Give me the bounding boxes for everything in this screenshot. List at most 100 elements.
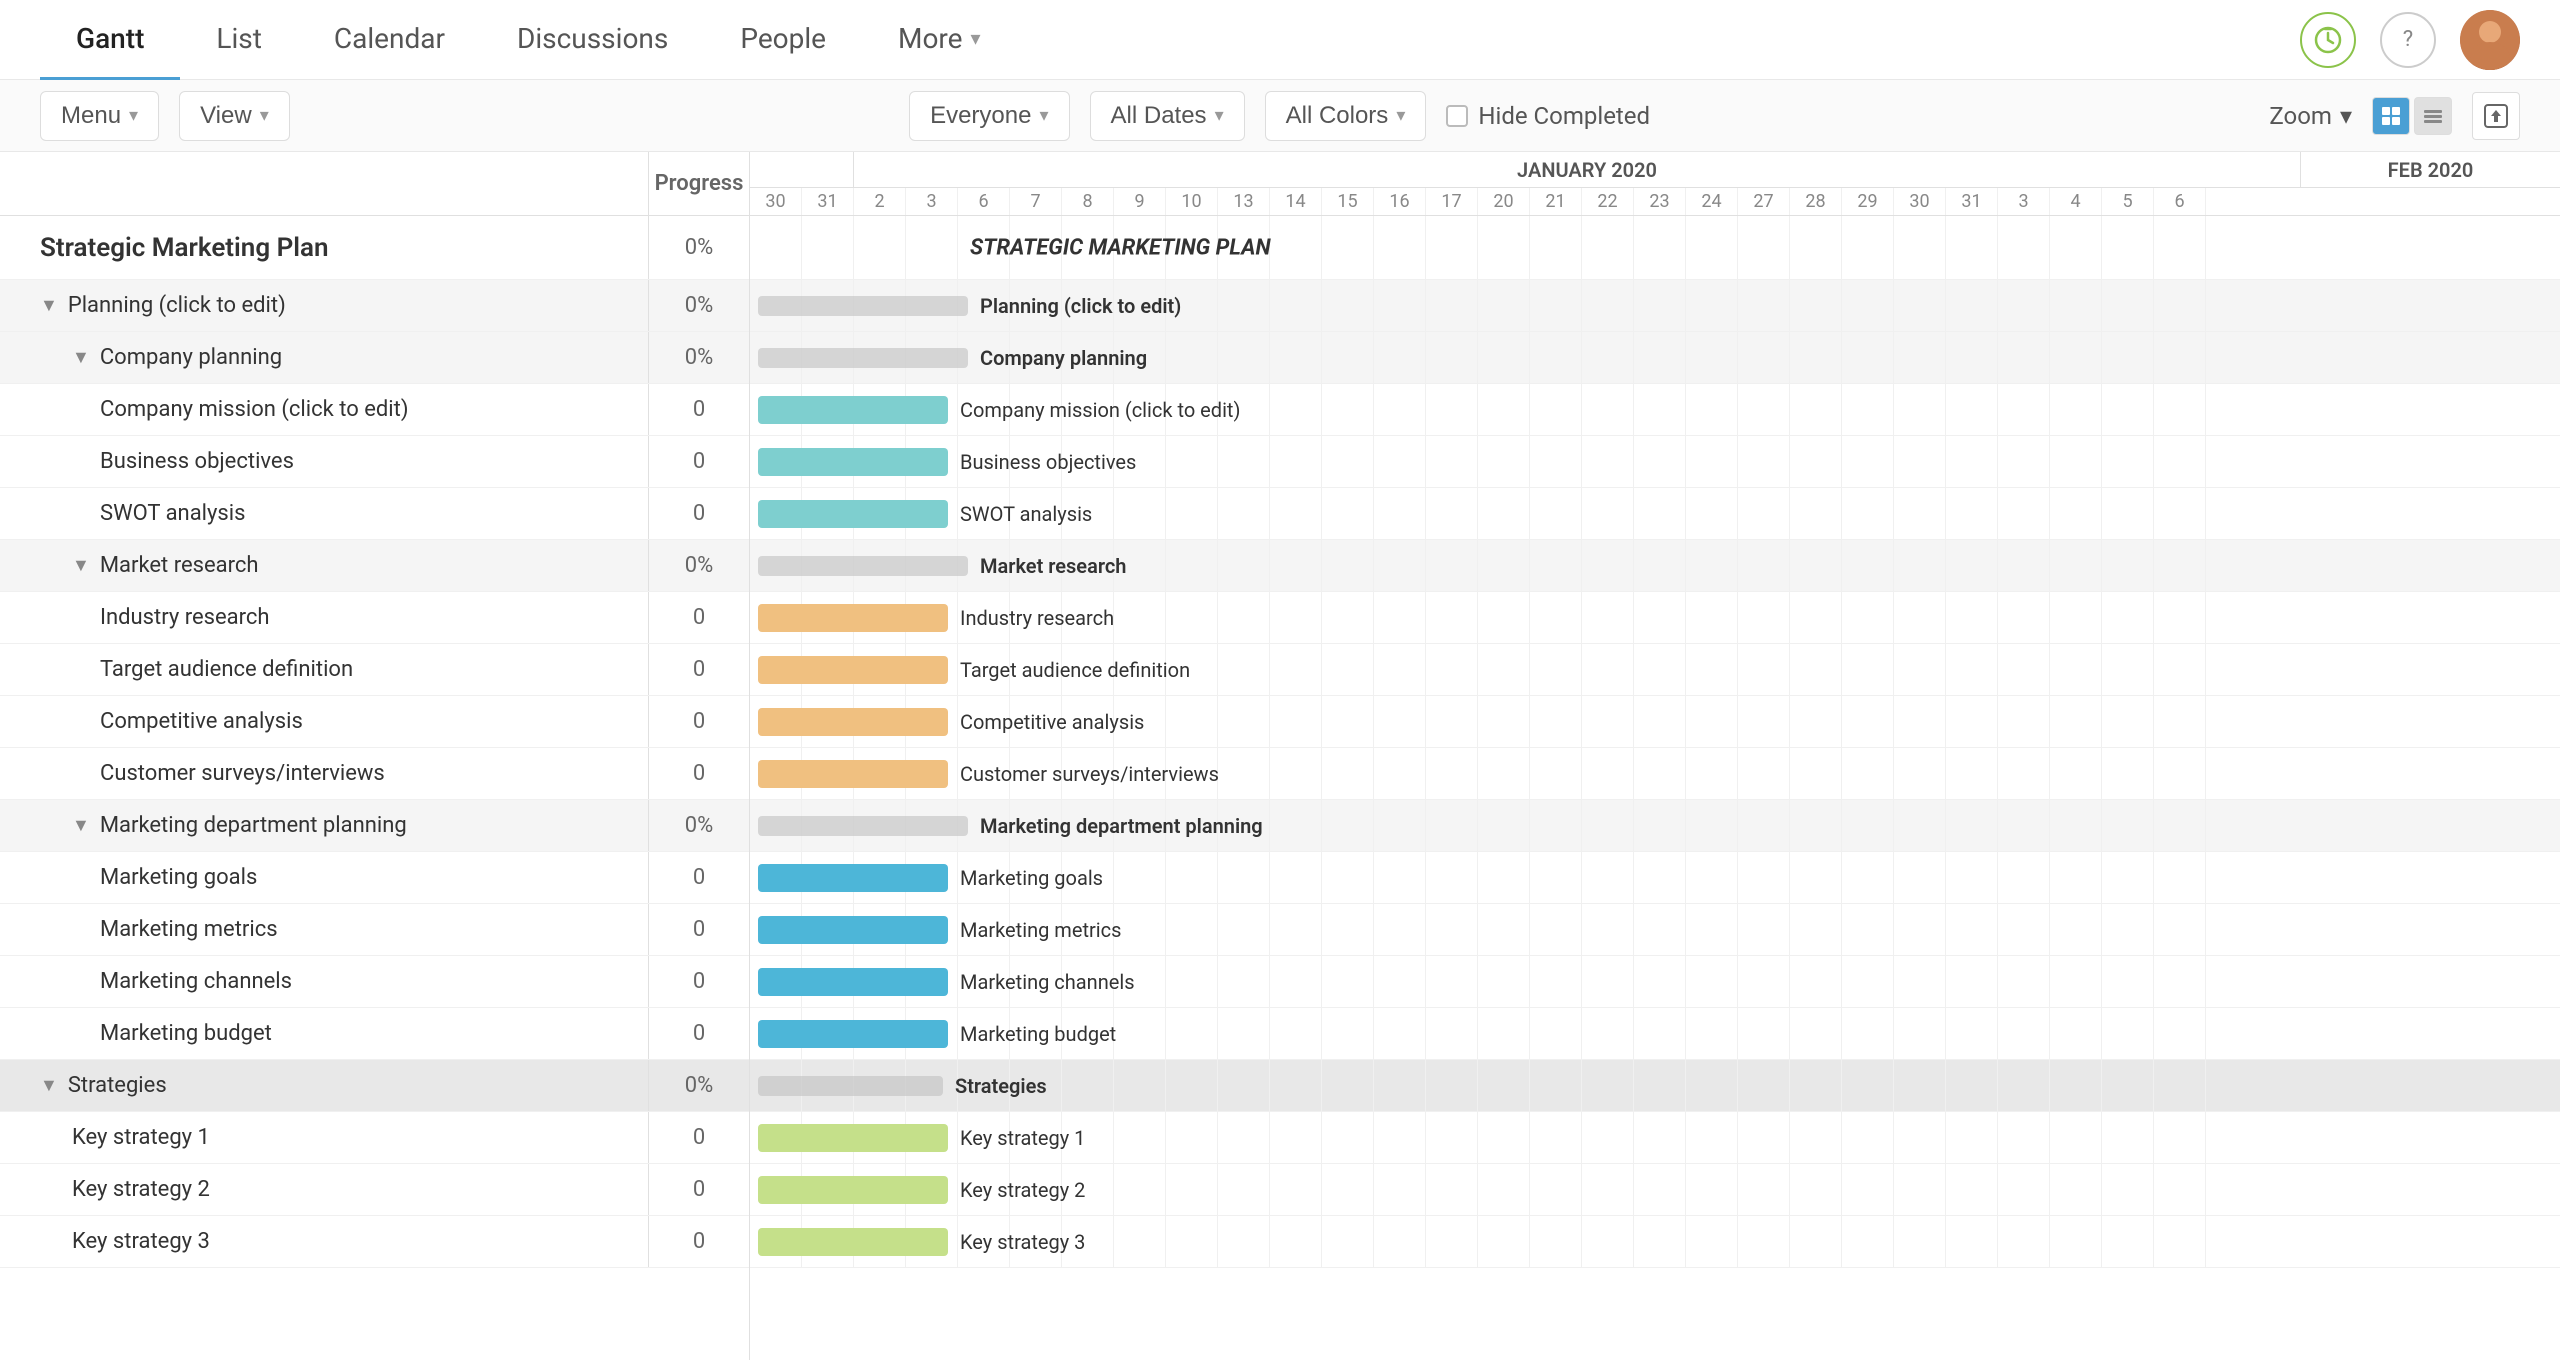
gantt-bar-15[interactable]: [758, 1020, 948, 1048]
table-row-project[interactable]: Strategic Marketing Plan 0%: [0, 216, 749, 280]
gantt-cell-15-25: [2050, 1008, 2102, 1059]
gantt-bar-6[interactable]: [758, 556, 968, 576]
gantt-bar-3[interactable]: [758, 396, 948, 424]
nav-discussions[interactable]: Discussions: [481, 0, 704, 80]
gantt-day-5: 5: [2102, 188, 2154, 215]
gantt-cell-11-26: [2102, 800, 2154, 851]
gantt-bar-18[interactable]: [758, 1176, 948, 1204]
table-row-planning[interactable]: ▼ Planning (click to edit) 0%: [0, 280, 749, 332]
gantt-bar-13[interactable]: [758, 916, 948, 944]
gantt-bar-17[interactable]: [758, 1124, 948, 1152]
gantt-cell-11-13: [1426, 800, 1478, 851]
gantt-cell-10-17: [1634, 748, 1686, 799]
gantt-bar-14[interactable]: [758, 968, 948, 996]
menu-button[interactable]: Menu ▾: [40, 91, 159, 141]
gantt-cell-8-17: [1634, 644, 1686, 695]
gantt-section-arrow-1[interactable]: ▼: [750, 295, 752, 316]
table-row-marketing-metrics[interactable]: Marketing metrics 0: [0, 904, 749, 956]
zoom-button[interactable]: Zoom ▾: [2269, 102, 2352, 130]
gantt-cell-13-15: [1530, 904, 1582, 955]
view-button[interactable]: View ▾: [179, 91, 290, 141]
timer-icon: [2314, 26, 2342, 54]
gantt-bar-2[interactable]: [758, 348, 968, 368]
gantt-bar-11[interactable]: [758, 816, 968, 836]
strategies-collapse-icon[interactable]: ▼: [40, 1075, 58, 1096]
planning-collapse-icon[interactable]: ▼: [40, 295, 58, 316]
gantt-cell-16-11: [1322, 1060, 1374, 1111]
gantt-cell-16-17: [1634, 1060, 1686, 1111]
gantt-cell-10-13: [1426, 748, 1478, 799]
gantt-cell-15-20: [1790, 1008, 1842, 1059]
gantt-cell-19-18: [1686, 1216, 1738, 1267]
table-row-company-mission[interactable]: Company mission (click to edit) 0: [0, 384, 749, 436]
table-row-customer-surveys[interactable]: Customer surveys/interviews 0: [0, 748, 749, 800]
export-button[interactable]: [2472, 92, 2520, 140]
gantt-bar-9[interactable]: [758, 708, 948, 736]
gantt-cell-8-27: [2154, 644, 2206, 695]
gantt-cell-10-11: [1322, 748, 1374, 799]
table-row-key-strategy-2[interactable]: Key strategy 2 0: [0, 1164, 749, 1216]
table-row-business-objectives[interactable]: Business objectives 0: [0, 436, 749, 488]
table-row-key-strategy-3[interactable]: Key strategy 3 0: [0, 1216, 749, 1268]
gantt-cell-12-27: [2154, 852, 2206, 903]
gantt-bar-16[interactable]: [758, 1076, 943, 1096]
table-row-swot[interactable]: SWOT analysis 0: [0, 488, 749, 540]
nav-more[interactable]: More ▾: [862, 0, 1017, 80]
nav-people[interactable]: People: [704, 0, 862, 80]
nav-list[interactable]: List: [180, 0, 298, 80]
view-toggle-grid[interactable]: [2372, 97, 2410, 135]
gantt-cell-16-19: [1738, 1060, 1790, 1111]
all-dates-button[interactable]: All Dates ▾: [1090, 91, 1245, 141]
timer-button[interactable]: [2300, 12, 2356, 68]
gantt-section-arrow-6[interactable]: ▼: [750, 555, 752, 576]
view-toggle-list[interactable]: [2414, 97, 2452, 135]
grid-icon: [2380, 105, 2402, 127]
gantt-row-17: Key strategy 1: [750, 1112, 2560, 1164]
marketing-dept-collapse-icon[interactable]: ▼: [72, 815, 90, 836]
table-row-marketing-goals[interactable]: Marketing goals 0: [0, 852, 749, 904]
gantt-cell-0-26: [2102, 216, 2154, 279]
user-avatar[interactable]: [2460, 10, 2520, 70]
table-row-marketing-budget[interactable]: Marketing budget 0: [0, 1008, 749, 1060]
gantt-label-3: Company mission (click to edit): [960, 398, 1240, 422]
hide-completed-checkbox[interactable]: [1446, 105, 1468, 127]
gantt-section-arrow-2[interactable]: ▼: [750, 347, 752, 368]
gantt-section-arrow-11[interactable]: ▼: [750, 815, 752, 836]
gantt-bar-8[interactable]: [758, 656, 948, 684]
table-row-company-planning[interactable]: ▼ Company planning 0%: [0, 332, 749, 384]
gantt-bar-7[interactable]: [758, 604, 948, 632]
help-button[interactable]: ?: [2380, 12, 2436, 68]
table-row-marketing-dept[interactable]: ▼ Marketing department planning 0%: [0, 800, 749, 852]
table-row-market-research[interactable]: ▼ Market research 0%: [0, 540, 749, 592]
gantt-cell-9-23: [1946, 696, 1998, 747]
gantt-bar-19[interactable]: [758, 1228, 948, 1256]
gantt-cell-0-20: [1790, 216, 1842, 279]
nav-calendar[interactable]: Calendar: [298, 0, 481, 80]
company-planning-collapse-icon[interactable]: ▼: [72, 347, 90, 368]
gantt-cell-1-11: [1322, 280, 1374, 331]
table-row-competitive-analysis[interactable]: Competitive analysis 0: [0, 696, 749, 748]
nav-calendar-label: Calendar: [334, 22, 445, 55]
gantt-bar-4[interactable]: [758, 448, 948, 476]
everyone-button[interactable]: Everyone ▾: [909, 91, 1069, 141]
gantt-cell-0-12: [1374, 216, 1426, 279]
gantt-bar-1[interactable]: [758, 296, 968, 316]
gantt-bar-5[interactable]: [758, 500, 948, 528]
gantt-label-8: Target audience definition: [960, 658, 1190, 682]
gantt-bar-10[interactable]: [758, 760, 948, 788]
table-row-industry-research[interactable]: Industry research 0: [0, 592, 749, 644]
gantt-day-6: 6: [2154, 188, 2206, 215]
table-row-marketing-channels[interactable]: Marketing channels 0: [0, 956, 749, 1008]
table-row-strategies[interactable]: ▼ Strategies 0%: [0, 1060, 749, 1112]
table-row-target-audience[interactable]: Target audience definition 0: [0, 644, 749, 696]
table-row-key-strategy-1[interactable]: Key strategy 1 0: [0, 1112, 749, 1164]
gantt-bar-12[interactable]: [758, 864, 948, 892]
gantt-section-arrow-16[interactable]: ▼: [750, 1075, 752, 1096]
all-dates-label: All Dates: [1111, 102, 1207, 130]
gantt-label-6: Market research: [980, 554, 1126, 578]
hide-completed-toggle[interactable]: Hide Completed: [1446, 102, 1650, 130]
nav-gantt[interactable]: Gantt: [40, 0, 180, 80]
competitive-analysis-row-name: Competitive analysis: [0, 696, 649, 747]
all-colors-button[interactable]: All Colors ▾: [1265, 91, 1427, 141]
market-research-collapse-icon[interactable]: ▼: [72, 555, 90, 576]
